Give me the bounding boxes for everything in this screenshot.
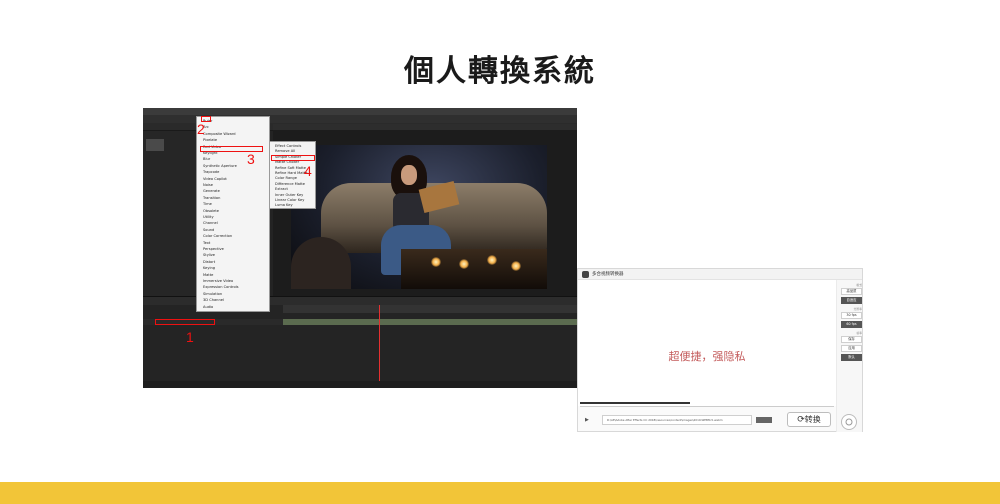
convert-button[interactable]: ⟳转换 [787,412,831,427]
layer-highlight [155,319,215,325]
submenu-highlight [271,155,315,161]
converter-title: 多合视频转换器 [592,272,624,277]
menu-item[interactable]: Simulation [203,292,222,296]
menu-item[interactable]: Effect Controls [275,144,301,148]
candle-glow [459,259,469,269]
menu-item[interactable]: Utility [203,215,214,219]
adaptive-button[interactable]: 自适应 [841,297,862,304]
step-2-label: 2 [197,121,205,137]
menu-item[interactable]: Blur [203,157,210,161]
resolution-label: 分辨率 [853,307,862,311]
menu-item[interactable]: Refine Soft Matte [275,166,306,170]
progress-bar [580,402,690,404]
page-title: 個人轉換系統 [404,54,596,89]
candle-glow [487,255,497,265]
save-button[interactable]: 保存 [841,336,862,343]
menu-item[interactable]: Audio [203,305,213,309]
play-icon[interactable]: ▶ [585,417,589,423]
menu-item[interactable]: Keying [203,266,215,270]
menu-item[interactable]: Generate [203,189,220,193]
step-1-label: 1 [186,329,194,345]
menu-item[interactable]: Video Copilot [203,177,227,181]
step-4-label: 4 [304,163,312,179]
footer-band [0,482,1000,504]
menu-item[interactable]: Channel [203,221,218,225]
project-panel [143,131,199,296]
menu-item[interactable]: Matte [203,273,213,277]
menu-item[interactable]: Refine Hard Matte [275,171,308,175]
ae-titlebar [143,108,577,115]
converter-titlebar: 多合视频转换器 [578,269,862,280]
slogan: 超便捷，强隐私 [668,350,746,363]
settings-sidebar: 格式 高品质 自适应 分辨率 30 fps 60 fps 帧率 保存 应用 默认 [836,280,862,432]
menu-item[interactable]: Stylize [203,253,215,257]
candle-glow [511,261,521,271]
fps-30-button[interactable]: 30 fps [841,312,862,319]
default-button[interactable]: 默认 [841,354,862,361]
fps-60-button[interactable]: 60 fps [841,321,862,328]
menu-item[interactable]: Composite Wizard [203,132,236,136]
timeline-status [143,381,577,388]
convert-label: 转换 [804,415,821,424]
apply-button[interactable]: 应用 [841,345,862,352]
refresh-icon: ⟳ [797,415,805,425]
menu-item[interactable]: Linear Color Key [275,198,304,202]
menu-item[interactable]: Distort [203,260,215,264]
menu-item[interactable]: Transition [203,196,220,200]
menu-item[interactable]: Extract [275,187,288,191]
file-path-field[interactable]: D:\AE\Adobe After Effects CC 2018\resour… [602,415,752,425]
scene-arm [291,237,351,289]
menu-item[interactable]: Synthetic Aperture [203,164,237,168]
menu-item[interactable]: Luma Key [275,203,293,207]
menu-item[interactable]: Color Range [275,176,297,180]
add-file-icon[interactable] [840,413,858,431]
quality-button[interactable]: 高品质 [841,288,862,295]
menu-item[interactable]: Sound [203,228,214,232]
menu-item[interactable]: Remove All [275,149,295,153]
menu-item[interactable]: Time [203,202,212,206]
menu-item[interactable]: Color Correction [203,234,232,238]
menu-item[interactable]: Inner Outer Key [275,193,303,197]
browse-button[interactable] [756,417,772,423]
menu-item[interactable]: Expression Controls [203,285,239,289]
menu-item[interactable]: Trapcode [203,170,219,174]
timeline-ruler [283,305,577,313]
format-label: 格式 [856,283,862,287]
scene-table [401,249,547,289]
project-thumbnail [146,139,164,151]
menu-item[interactable]: Obsolete [203,209,219,213]
menu-item[interactable]: Perspective [203,247,224,251]
app-logo-icon [582,271,589,278]
scene-face [401,165,417,185]
menu-item[interactable]: Immersive Video [203,279,233,283]
framerate-label: 帧率 [856,331,862,335]
converter-window: 多合视频转换器 超便捷，强隐私 格式 高品质 自适应 分辨率 30 fps 60… [577,268,863,432]
timeline-layer-bar[interactable] [283,319,577,325]
menu-item[interactable]: Noise [203,183,213,187]
playhead[interactable] [379,305,380,388]
progress-track [580,406,834,407]
step-3-label: 3 [247,151,255,167]
menu-item[interactable]: 3D Channel [203,298,224,302]
menu-item[interactable]: Difference Matte [275,182,305,186]
drop-zone[interactable]: 超便捷，强隐私 [578,280,836,406]
menu-item[interactable]: Pixelate [203,138,217,142]
menu-item[interactable]: Text [203,241,210,245]
candle-glow [431,257,441,267]
video-frame [291,145,547,289]
